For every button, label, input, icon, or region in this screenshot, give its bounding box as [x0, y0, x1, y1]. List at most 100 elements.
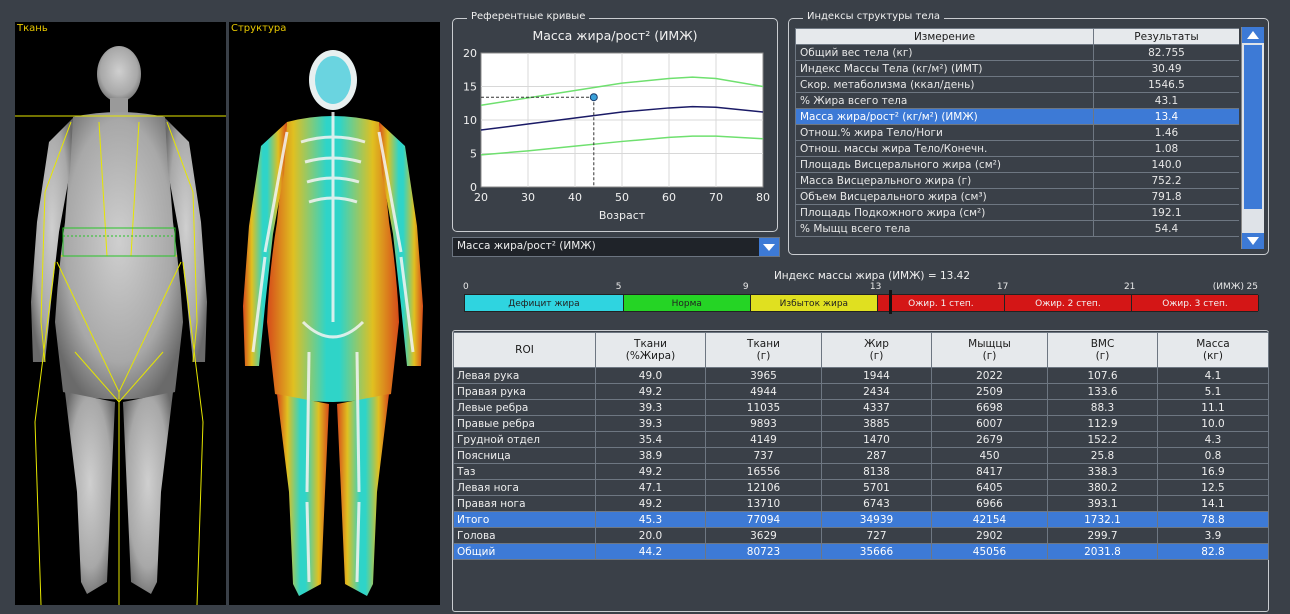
roi-value-cell: 82.8	[1157, 543, 1269, 560]
roi-value-cell: 88.3	[1047, 399, 1158, 416]
roi-row[interactable]: Таз 49.2 16556 8138 8417 338.3 16.9	[453, 463, 1269, 480]
reference-curves-chart[interactable]: 0510152020 30 40 50 60 70 80Возраст	[453, 47, 777, 227]
chart-ytick-label: 5	[470, 148, 477, 161]
roi-value-cell: 1470	[821, 431, 932, 448]
roi-value-cell: 6007	[931, 415, 1048, 432]
fat-scale-segment: Ожир. 3 степ.	[1131, 295, 1259, 311]
roi-col-header[interactable]: ROI	[453, 332, 596, 368]
roi-value-cell: 450	[931, 447, 1048, 464]
roi-value-cell: 20.0	[595, 527, 706, 544]
scroll-down-icon	[1247, 237, 1259, 245]
indices-row[interactable]: % Мыщц всего тела 54.4	[795, 220, 1239, 237]
roi-name-cell: Таз	[453, 463, 596, 480]
scroll-thumb[interactable]	[1244, 45, 1262, 209]
roi-name-cell: Левые ребра	[453, 399, 596, 416]
indices-row[interactable]: Масса Висцерального жира (г) 752.2	[795, 172, 1239, 189]
fat-scale-tick: 21	[1123, 282, 1136, 292]
dropdown-button[interactable]	[759, 238, 779, 256]
indices-row[interactable]: Скор. метаболизма (ккал/день) 1546.5	[795, 76, 1239, 93]
indices-result-cell: 1.46	[1093, 124, 1239, 141]
roi-table-group: ROI Ткани (%Жира) Ткани (г) Жир (г) Мыщцы (г…	[452, 330, 1269, 612]
roi-value-cell: 14.1	[1157, 495, 1269, 512]
roi-col-header[interactable]: Мыщцы (г)	[931, 332, 1048, 368]
roi-name-cell: Итого	[453, 511, 596, 528]
indices-row[interactable]: Отнош. массы жира Тело/Конечн. 1.08	[795, 140, 1239, 157]
roi-value-cell: 11035	[705, 399, 822, 416]
indices-measure-cell: Отнош. массы жира Тело/Конечн.	[795, 140, 1094, 157]
roi-row[interactable]: Общий 44.2 80723 35666 45056 2031.8 82.8	[453, 543, 1269, 560]
roi-row[interactable]: Грудной отдел 35.4 4149 1470 2679 152.2 4.3	[453, 431, 1269, 448]
roi-col-header[interactable]: Ткани (г)	[705, 332, 822, 368]
roi-col-header[interactable]: Жир (г)	[821, 332, 932, 368]
roi-value-cell: 8138	[821, 463, 932, 480]
col-measure-header[interactable]: Измерение	[795, 28, 1094, 45]
indices-result-cell: 140.0	[1093, 156, 1239, 173]
indices-result-cell: 30.49	[1093, 60, 1239, 77]
roi-row[interactable]: Итого 45.3 77094 34939 42154 1732.1 78.8	[453, 511, 1269, 528]
structure-image-panel[interactable]: Структура	[229, 22, 440, 605]
roi-value-cell: 35666	[821, 543, 932, 560]
roi-row[interactable]: Голова 20.0 3629 727 2902 299.7 3.9	[453, 527, 1269, 544]
scroll-down-button[interactable]	[1242, 233, 1264, 249]
roi-row[interactable]: Левые ребра 39.3 11035 4337 6698 88.3 11.1	[453, 399, 1269, 416]
structure-color-image	[243, 50, 423, 596]
fat-index-scale: Дефицит жира Норма Избыток жира Ожир. 1 сте…	[464, 294, 1259, 312]
roi-col-header[interactable]: Ткани (%Жира)	[595, 332, 706, 368]
tissue-image-panel[interactable]: Ткань	[15, 22, 226, 605]
roi-value-cell: 39.3	[595, 415, 706, 432]
roi-value-cell: 0.8	[1157, 447, 1269, 464]
indices-result-cell: 82.755	[1093, 44, 1239, 61]
roi-row[interactable]: Поясница 38.9 737 287 450 25.8 0.8	[453, 447, 1269, 464]
indices-row[interactable]: Площадь Висцерального жира (см²) 140.0	[795, 156, 1239, 173]
indices-measure-cell: Площадь Висцерального жира (см²)	[795, 156, 1094, 173]
roi-value-cell: 393.1	[1047, 495, 1158, 512]
roi-row[interactable]: Правые ребра 39.3 9893 3885 6007 112.9 10.0	[453, 415, 1269, 432]
col-result-header[interactable]: Результаты	[1093, 28, 1239, 45]
indices-result-cell: 192.1	[1093, 204, 1239, 221]
roi-value-cell: 5701	[821, 479, 932, 496]
roi-row[interactable]: Левая рука 49.0 3965 1944 2022 107.6 4.1	[453, 367, 1269, 384]
roi-value-cell: 4149	[705, 431, 822, 448]
roi-name-cell: Голова	[453, 527, 596, 544]
indices-scrollbar[interactable]	[1241, 27, 1264, 249]
roi-value-cell: 39.3	[595, 399, 706, 416]
indices-measure-cell: Площадь Подкожного жира (см²)	[795, 204, 1094, 221]
body-indices-title: Индексы структуры тела	[803, 11, 944, 22]
roi-value-cell: 299.7	[1047, 527, 1158, 544]
roi-row[interactable]: Правая нога 49.2 13710 6743 6966 393.1 14.1	[453, 495, 1269, 512]
roi-value-cell: 25.8	[1047, 447, 1158, 464]
indices-row[interactable]: Общий вес тела (кг) 82.755	[795, 44, 1239, 61]
indices-row[interactable]: Индекс Массы Тела (кг/м²) (ИМТ) 30.49	[795, 60, 1239, 77]
fat-scale-unit: (ИМЖ)	[1212, 282, 1244, 292]
roi-value-cell: 80723	[705, 543, 822, 560]
indices-row[interactable]: Площадь Подкожного жира (см²) 192.1	[795, 204, 1239, 221]
roi-name-cell: Правая нога	[453, 495, 596, 512]
indices-row[interactable]: Объем Висцерального жира (см³) 791.8	[795, 188, 1239, 205]
roi-value-cell: 49.2	[595, 495, 706, 512]
roi-value-cell: 2022	[931, 367, 1048, 384]
roi-row[interactable]: Правая рука 49.2 4944 2434 2509 133.6 5.1	[453, 383, 1269, 400]
chart-ytick-label: 20	[463, 47, 477, 60]
roi-value-cell: 6405	[931, 479, 1048, 496]
indices-row[interactable]: Отнош.% жира Тело/Ноги 1.46	[795, 124, 1239, 141]
roi-value-cell: 3629	[705, 527, 822, 544]
indices-row[interactable]: Масса жира/рост² (кг/м²) (ИМЖ) 13.4	[795, 108, 1239, 125]
fat-scale-tick: 5	[615, 282, 622, 292]
fat-scale-tick: 0	[463, 282, 469, 292]
roi-name-cell: Левая нога	[453, 479, 596, 496]
indices-row[interactable]: % Жира всего тела 43.1	[795, 92, 1239, 109]
roi-name-cell: Правые ребра	[453, 415, 596, 432]
indices-measure-cell: Масса Висцерального жира (г)	[795, 172, 1094, 189]
indices-measure-cell: Скор. метаболизма (ккал/день)	[795, 76, 1094, 93]
indices-measure-cell: Общий вес тела (кг)	[795, 44, 1094, 61]
scroll-up-button[interactable]	[1242, 27, 1264, 43]
roi-col-header[interactable]: BMC (г)	[1047, 332, 1158, 368]
roi-col-header[interactable]: Масса (кг)	[1157, 332, 1269, 368]
curve-select-dropdown[interactable]: Масса жира/рост² (ИМЖ)	[452, 237, 780, 257]
roi-name-cell: Грудной отдел	[453, 431, 596, 448]
roi-value-cell: 380.2	[1047, 479, 1158, 496]
roi-value-cell: 16.9	[1157, 463, 1269, 480]
roi-value-cell: 2509	[931, 383, 1048, 400]
roi-row[interactable]: Левая нога 47.1 12106 5701 6405 380.2 12.5	[453, 479, 1269, 496]
roi-value-cell: 44.2	[595, 543, 706, 560]
